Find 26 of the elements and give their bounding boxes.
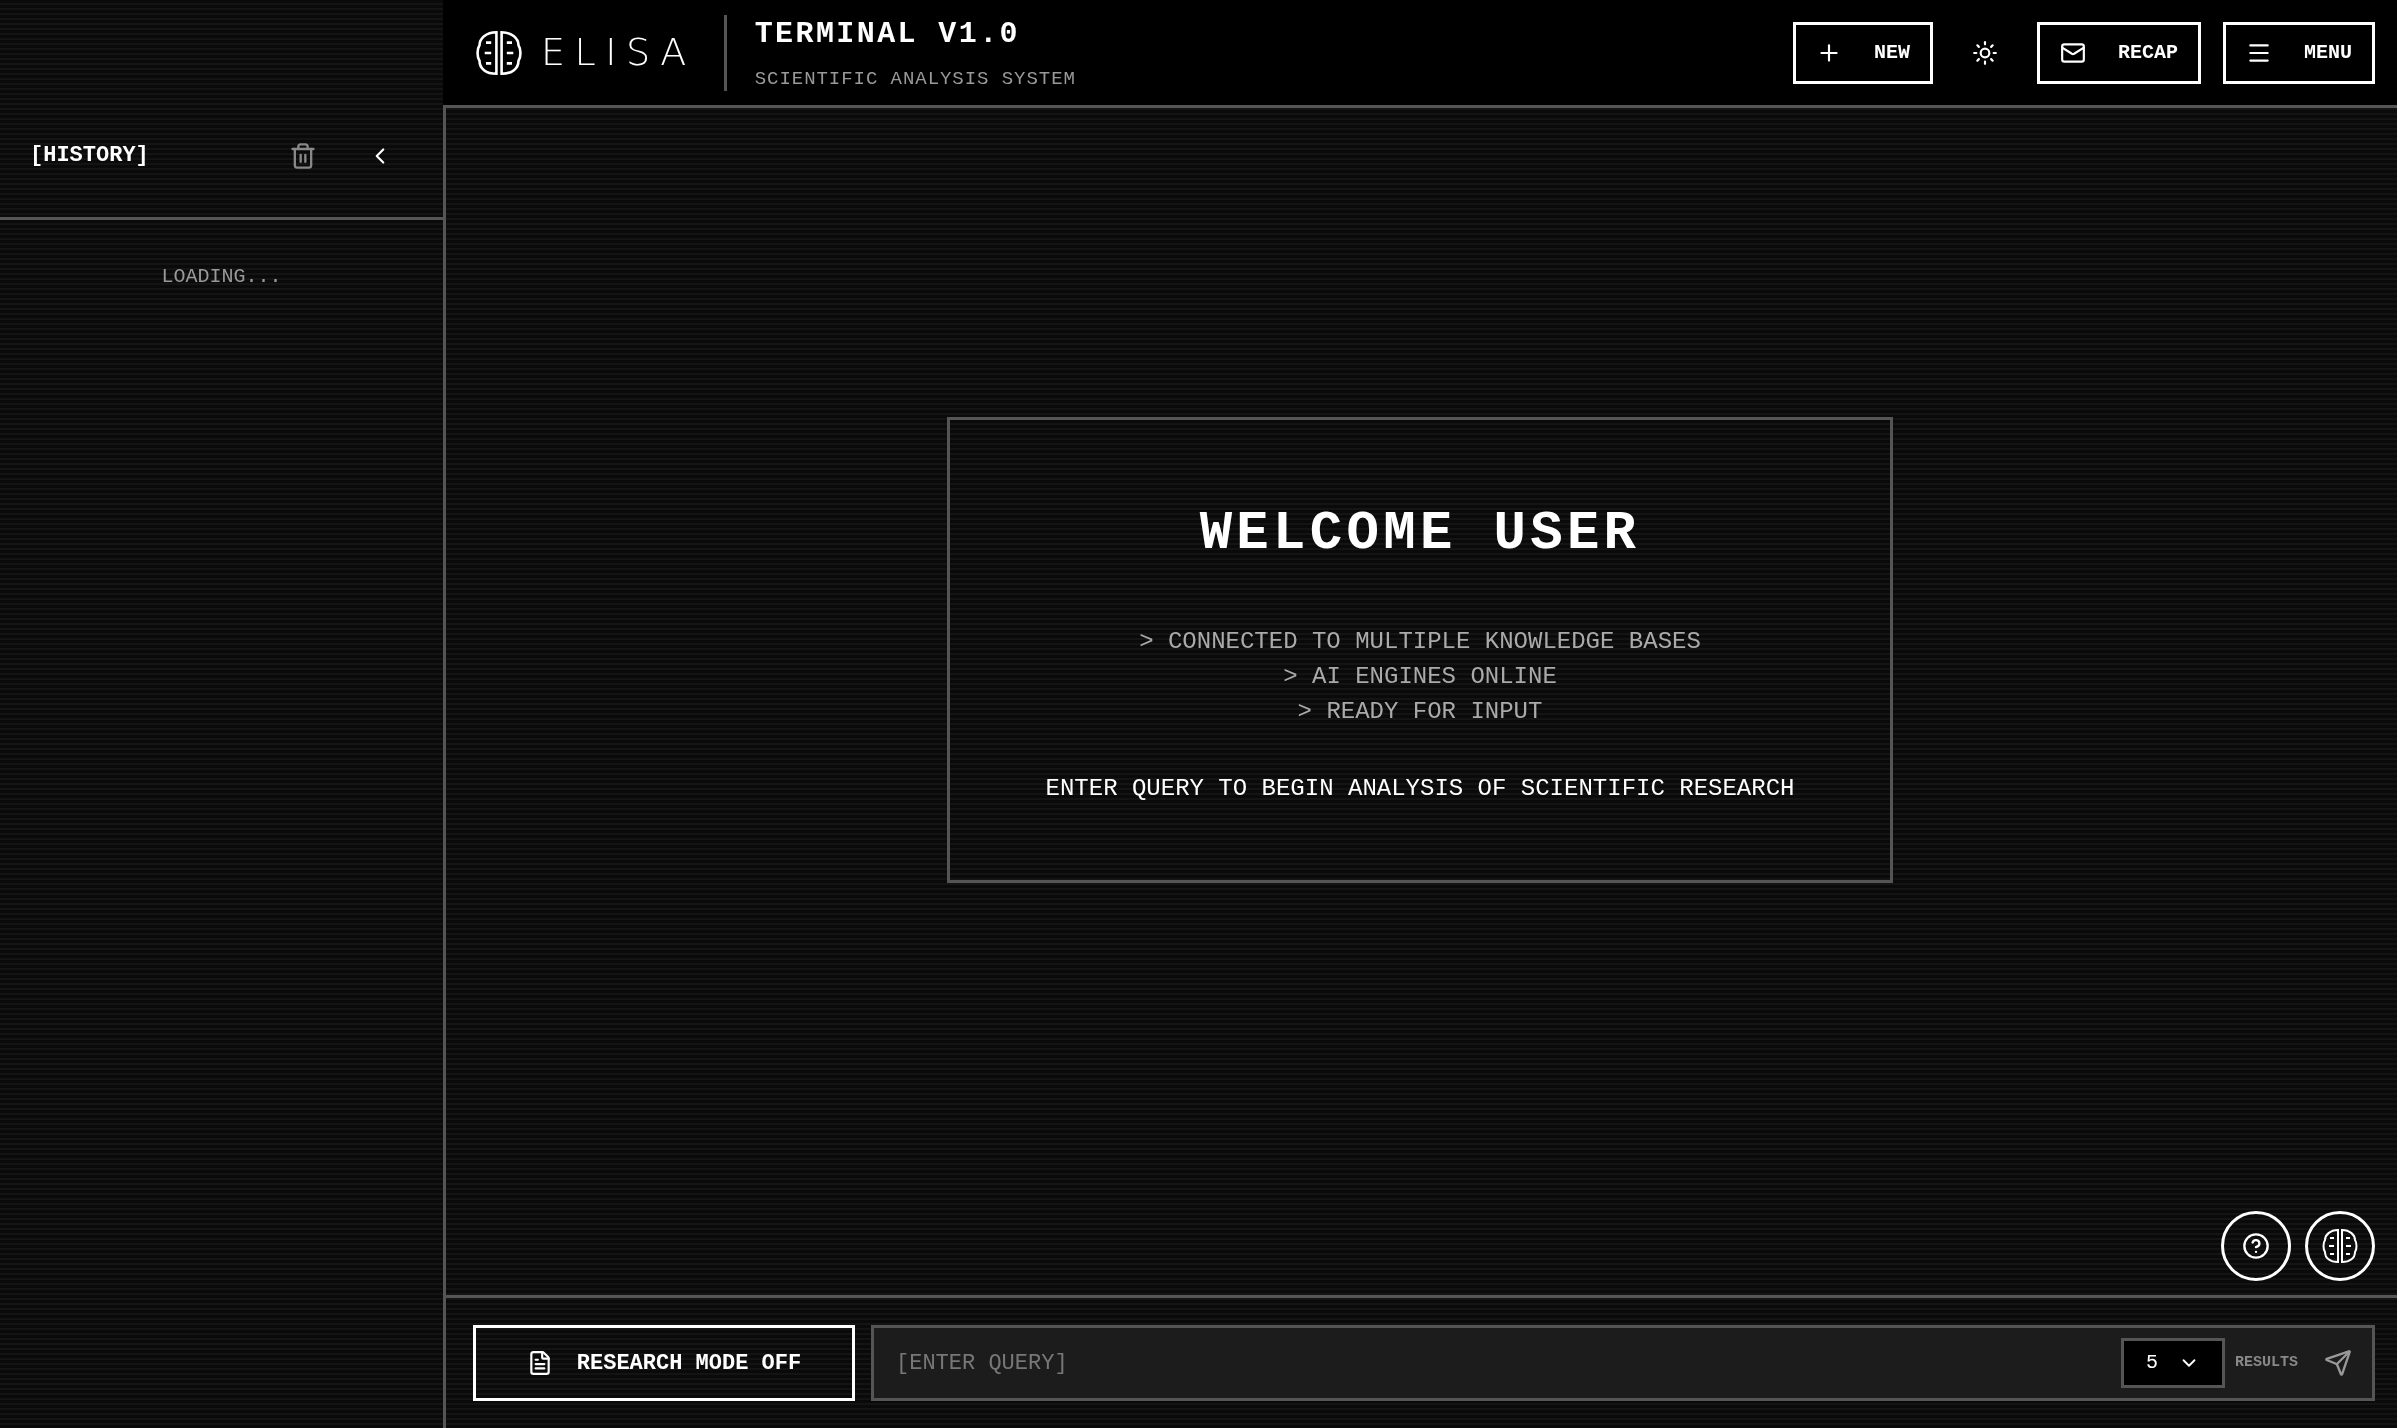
assistant-button[interactable] — [2305, 1211, 2375, 1281]
trash-icon — [289, 141, 317, 170]
new-button[interactable]: NEW — [1792, 21, 1933, 84]
status-line: > CONNECTED TO MULTIPLE KNOWLEDGE BASES — [1139, 626, 1701, 657]
results-label: RESULTS — [2235, 1352, 2298, 1373]
help-button[interactable] — [2221, 1211, 2291, 1281]
welcome-prompt: ENTER QUERY TO BEGIN ANALYSIS OF SCIENTIFIC RESEARCH — [1045, 773, 1795, 804]
status-line: > READY FOR INPUT — [1297, 696, 1543, 727]
loading-text: LOADING... — [161, 264, 282, 290]
logo: ELISA — [473, 24, 696, 81]
research-mode-button[interactable]: RESEARCH MODE OFF — [473, 1325, 855, 1401]
query-input-field[interactable]: [ENTER QUERY] 5 RESULTS — [871, 1325, 2375, 1401]
app-title: TERMINAL V1.0 — [754, 15, 1021, 53]
welcome-title: WELCOME USER — [1199, 501, 1641, 566]
send-icon — [2324, 1349, 2352, 1377]
menu-button[interactable]: MENU — [2223, 21, 2375, 84]
recap-button[interactable]: RECAP — [2036, 21, 2201, 84]
app-subtitle: SCIENTIFIC ANALYSIS SYSTEM — [754, 66, 1076, 92]
help-icon — [2242, 1232, 2270, 1260]
status-line: > AI ENGINES ONLINE — [1283, 661, 1557, 692]
delete-history-button[interactable] — [289, 141, 317, 170]
results-select[interactable]: 5 — [2121, 1338, 2225, 1388]
send-button[interactable] — [2324, 1349, 2352, 1377]
brain-icon — [2320, 1226, 2360, 1266]
sun-icon — [1971, 39, 1998, 66]
history-title: [HISTORY] — [30, 142, 149, 170]
